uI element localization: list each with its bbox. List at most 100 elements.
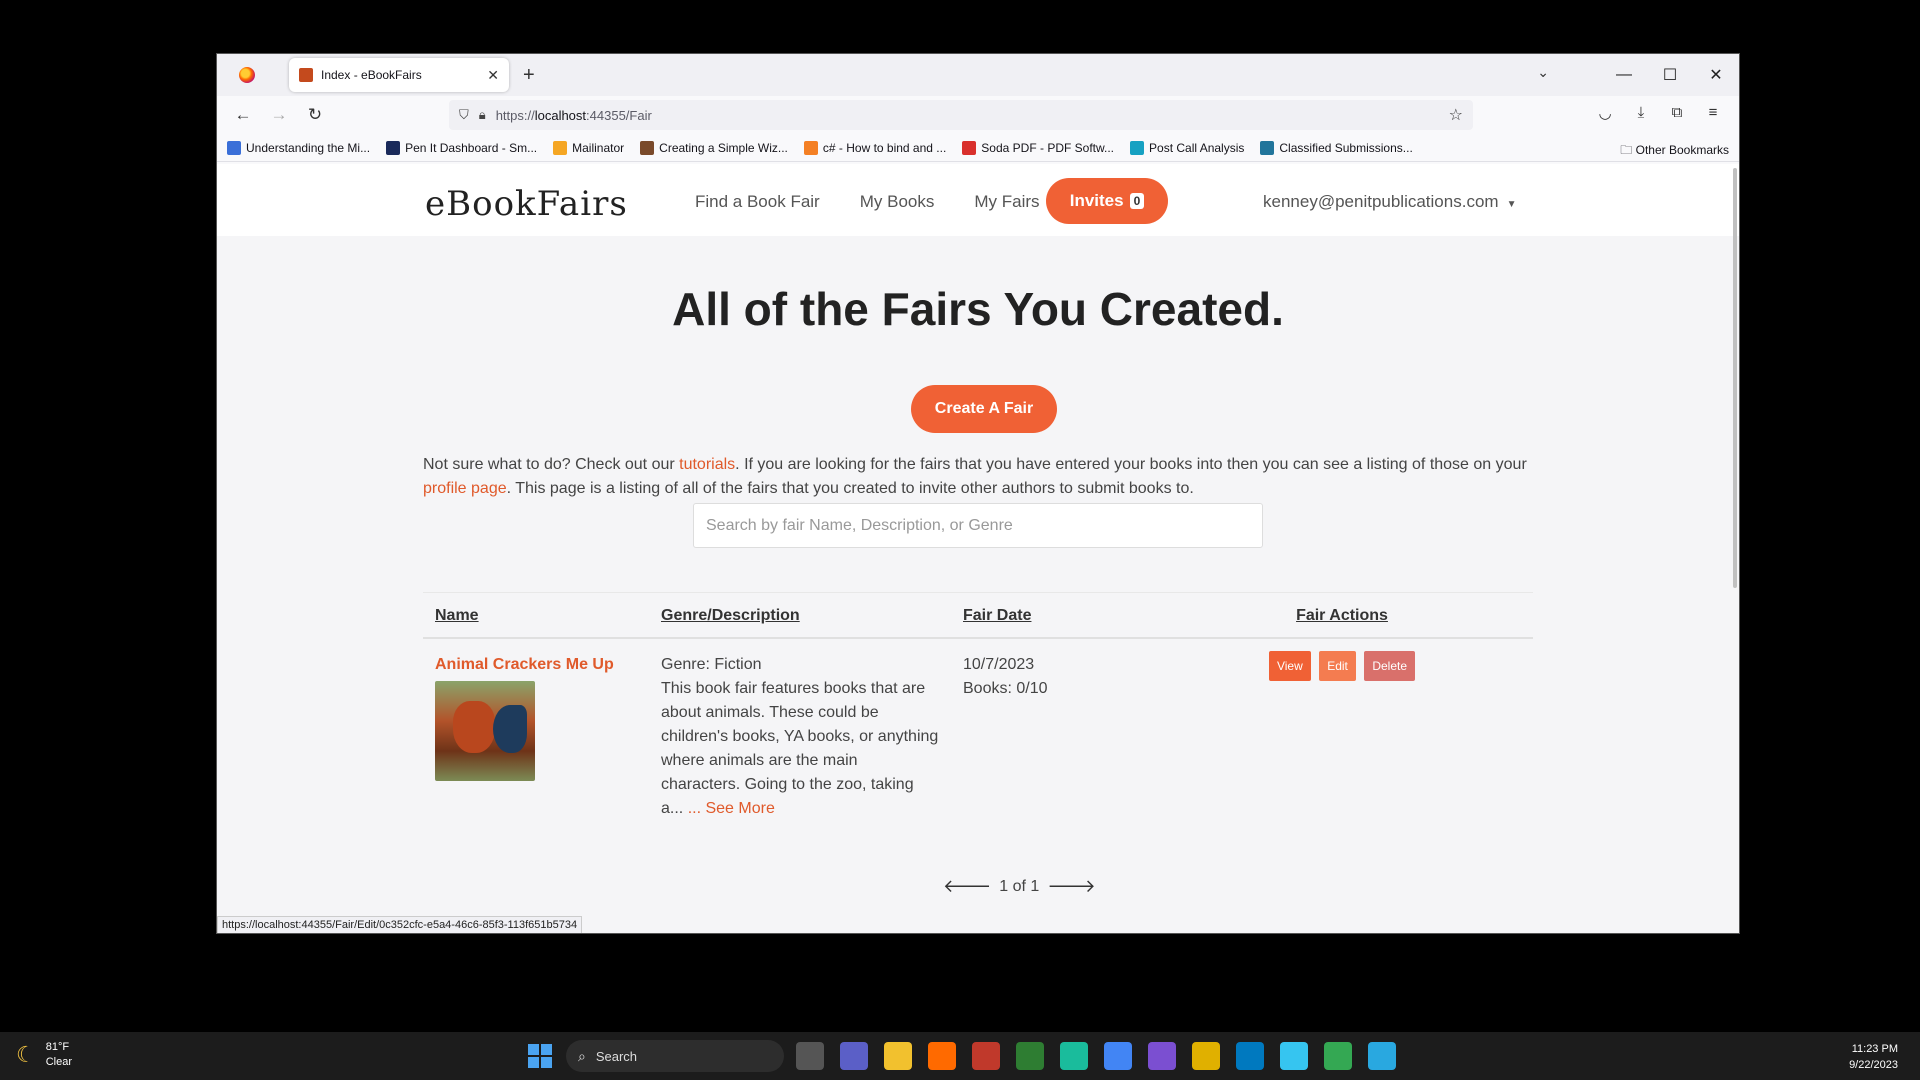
- close-tab-icon[interactable]: ✕: [487, 67, 499, 84]
- shield-icon[interactable]: ⛉: [459, 107, 469, 123]
- intro-part-2: . If you are looking for the fairs that …: [735, 456, 1527, 473]
- app-icon-5[interactable]: [1368, 1042, 1396, 1070]
- list-tabs-chevron-icon[interactable]: ⌄: [1537, 64, 1549, 81]
- bookmark-label: c# - How to bind and ...: [822, 140, 947, 155]
- maximize-icon[interactable]: ☐: [1647, 65, 1693, 85]
- minimize-icon[interactable]: —: [1601, 66, 1647, 84]
- file-explorer-icon[interactable]: [884, 1042, 912, 1070]
- toolbar-icons: ◡ ⤓ ⧉ ≡: [1587, 104, 1731, 122]
- navigation-toolbar: ← → ↻ ⛉ 🔒︎ https://localhost:44355/Fair …: [217, 96, 1739, 134]
- create-fair-button[interactable]: Create A Fair: [911, 385, 1057, 433]
- firefox-view-button[interactable]: [217, 54, 277, 96]
- weather-condition: Clear: [45, 1056, 73, 1068]
- fair-actions-cell: View Edit Delete: [1151, 638, 1533, 835]
- back-arrow-icon[interactable]: ←: [225, 105, 261, 125]
- task-view-icon[interactable]: [796, 1042, 824, 1070]
- fair-books-count: Books: 0/10: [963, 680, 1048, 697]
- window-controls: — ☐ ✕: [1601, 54, 1739, 96]
- visual-studio-icon[interactable]: [1148, 1042, 1176, 1070]
- fair-name-link[interactable]: Animal Crackers Me Up: [435, 653, 637, 677]
- weather-widget[interactable]: ☾ 81°F Clear: [16, 1040, 72, 1070]
- page-title: All of the Fairs You Created.: [672, 283, 1284, 335]
- app-icon-2[interactable]: [1016, 1042, 1044, 1070]
- nav-my-books[interactable]: My Books: [860, 192, 935, 212]
- header-genre-description[interactable]: Genre/Description: [649, 592, 951, 639]
- lock-icon[interactable]: 🔒︎: [479, 107, 486, 123]
- new-tab-button[interactable]: +: [523, 64, 535, 87]
- chrome-icon-2[interactable]: [1324, 1042, 1352, 1070]
- weather-text: 81°F Clear: [46, 1040, 72, 1070]
- app-icon-4[interactable]: [1192, 1042, 1220, 1070]
- active-tab[interactable]: Index - eBookFairs ✕: [289, 58, 509, 92]
- header-fair-date[interactable]: Fair Date: [951, 592, 1151, 639]
- status-bar-url: https://localhost:44355/Fair/Edit/0c352c…: [217, 916, 583, 933]
- download-icon[interactable]: ⤓: [1623, 104, 1659, 122]
- menu-icon[interactable]: ≡: [1695, 104, 1731, 122]
- nav-find-book-fair[interactable]: Find a Book Fair: [695, 192, 820, 212]
- tab-title: Index - eBookFairs: [321, 68, 422, 82]
- forward-arrow-icon[interactable]: →: [261, 105, 297, 125]
- bookmark-label: Classified Submissions...: [1279, 140, 1413, 155]
- bookmark-item[interactable]: Understanding the Mi...: [227, 140, 370, 155]
- table-header-row: Name Genre/Description Fair Date Fair Ac…: [423, 592, 1533, 639]
- edit-button[interactable]: Edit: [1319, 651, 1356, 681]
- app-icon-1[interactable]: [972, 1042, 1000, 1070]
- reload-icon[interactable]: ↻: [297, 105, 333, 125]
- bookmark-favicon-icon: [386, 140, 401, 155]
- bookmark-item[interactable]: Post Call Analysis: [1130, 140, 1244, 155]
- bookmark-favicon-icon: [227, 140, 241, 155]
- pocket-icon[interactable]: ◡: [1587, 104, 1623, 122]
- delete-button[interactable]: Delete: [1364, 651, 1416, 681]
- user-menu[interactable]: kenney@penitpublications.com ▼: [1263, 192, 1516, 212]
- bookmark-item[interactable]: Classified Submissions...: [1260, 140, 1413, 155]
- bookmark-item[interactable]: c# - How to bind and ...: [803, 140, 947, 155]
- invites-button[interactable]: Invites 0: [1046, 178, 1168, 224]
- bookmark-star-icon[interactable]: ☆: [1449, 105, 1463, 125]
- bookmark-label: Creating a Simple Wiz...: [659, 140, 788, 155]
- taskbar-search-label: Search: [595, 1048, 638, 1064]
- trello-icon[interactable]: [1236, 1042, 1264, 1070]
- bookmark-item[interactable]: Pen It Dashboard - Sm...: [386, 140, 537, 155]
- web-page: eBookFairs Find a Book Fair My Books My …: [217, 164, 1739, 933]
- windows-start-icon[interactable]: [528, 1044, 552, 1068]
- fair-image-rooster[interactable]: [435, 681, 535, 781]
- chrome-icon[interactable]: [1104, 1042, 1132, 1070]
- intro-part-1: Not sure what to do? Check out our: [423, 456, 680, 473]
- see-more-link[interactable]: ... See More: [688, 800, 775, 817]
- firefox-taskbar-icon[interactable]: [928, 1042, 956, 1070]
- header-name[interactable]: Name: [423, 592, 649, 639]
- bookmark-item[interactable]: Creating a Simple Wiz...: [640, 140, 788, 155]
- close-window-icon[interactable]: ✕: [1693, 65, 1739, 85]
- next-page-arrow-icon[interactable]: 🡒: [1047, 876, 1095, 897]
- other-bookmarks[interactable]: 🗀︎ Other Bookmarks: [1620, 141, 1729, 162]
- bookmark-item[interactable]: Soda PDF - PDF Softw...: [962, 140, 1114, 155]
- bookmark-favicon-icon: [640, 140, 655, 155]
- firefox-icon: [239, 67, 255, 83]
- page-scrollbar[interactable]: [1733, 168, 1737, 588]
- fair-description-cell: Genre: Fiction This book fair features b…: [649, 638, 951, 835]
- address-bar[interactable]: ⛉ 🔒︎ https://localhost:44355/Fair ☆: [449, 100, 1473, 130]
- system-clock[interactable]: 11:23 PM 9/22/2023: [1849, 1041, 1898, 1073]
- fair-date: 10/7/2023: [963, 656, 1035, 673]
- bookmarks-bar: Understanding the Mi... Pen It Dashboard …: [217, 134, 1739, 162]
- teams-chat-icon[interactable]: [840, 1042, 868, 1070]
- site-favicon-icon: [299, 68, 313, 82]
- extensions-icon[interactable]: ⧉: [1659, 104, 1695, 122]
- taskbar-search[interactable]: ⌕ Search: [566, 1040, 784, 1072]
- bookmark-favicon-icon: [962, 140, 977, 155]
- tutorials-link[interactable]: tutorials: [679, 456, 735, 473]
- profile-page-link[interactable]: profile page: [423, 480, 507, 497]
- tab-bar: Index - eBookFairs ✕ + ⌄ — ☐ ✕: [217, 54, 1739, 96]
- site-logo[interactable]: eBookFairs: [425, 184, 628, 224]
- app-icon-3[interactable]: [1060, 1042, 1088, 1070]
- slack-icon[interactable]: [1280, 1042, 1308, 1070]
- caret-down-icon: ▼: [1506, 199, 1517, 210]
- prev-page-arrow-icon[interactable]: 🡐: [943, 876, 991, 897]
- search-input[interactable]: [693, 503, 1263, 548]
- intro-text: Not sure what to do? Check out our tutor…: [423, 453, 1533, 501]
- bookmark-favicon-icon: [803, 140, 818, 155]
- nav-my-fairs[interactable]: My Fairs: [974, 192, 1039, 212]
- bookmark-item[interactable]: Mailinator: [553, 140, 624, 155]
- url-text[interactable]: https://localhost:44355/Fair: [496, 108, 652, 123]
- view-button[interactable]: View: [1268, 651, 1311, 681]
